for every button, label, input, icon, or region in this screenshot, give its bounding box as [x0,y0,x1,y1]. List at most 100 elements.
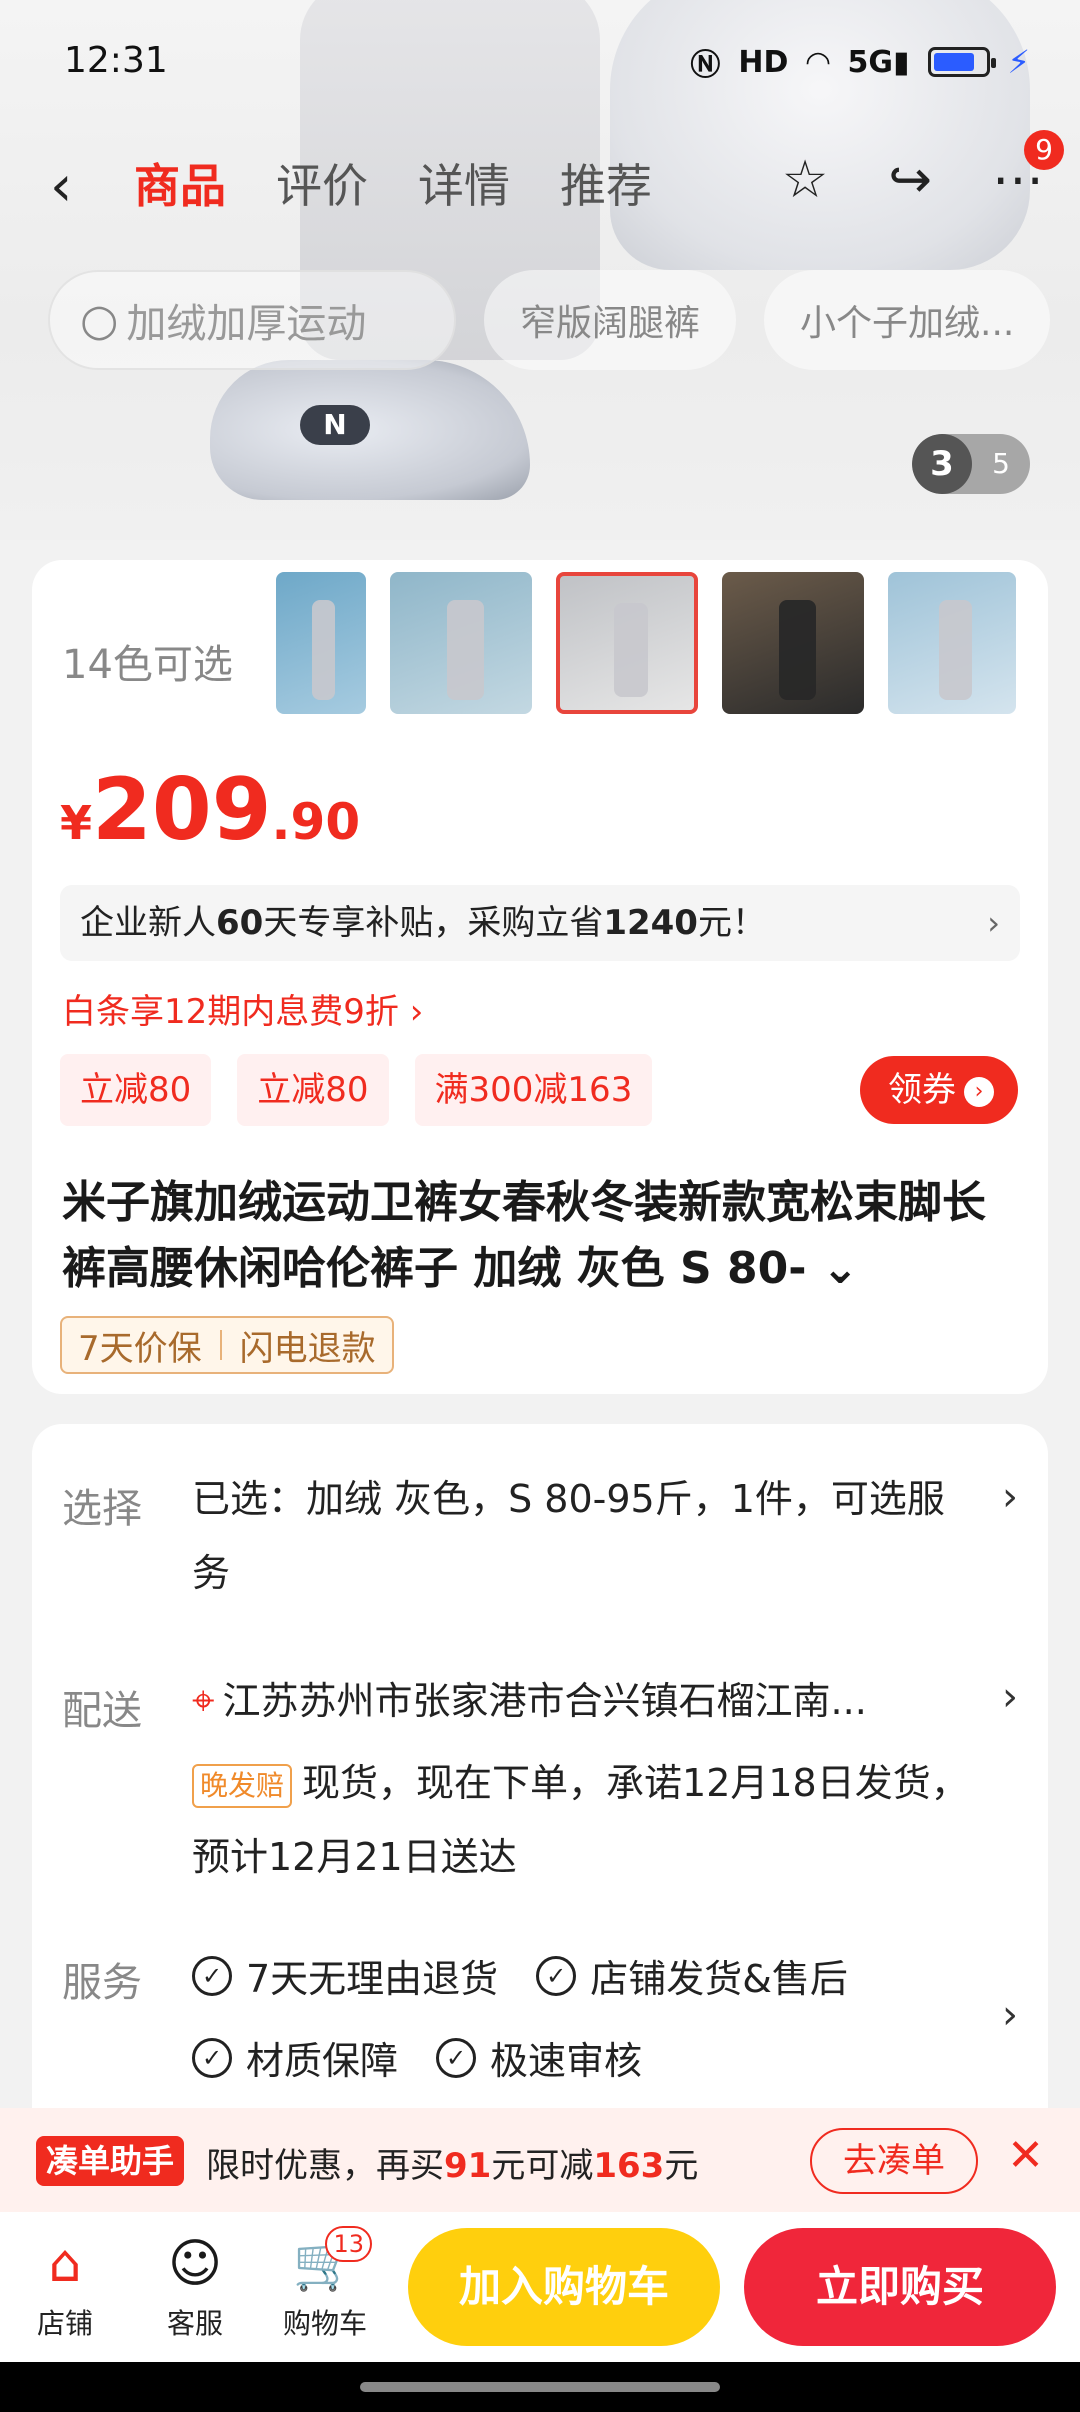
gesture-bar [0,2362,1080,2412]
5g-signal-icon: 5G▮ [847,44,910,80]
product-title[interactable]: 米子旗加绒运动卫裤女春秋冬装新款宽松束脚长裤高腰休闲哈伦裤子 加绒 灰色 S 8… [62,1170,1022,1302]
delivery-label: 配送 [62,1688,142,1734]
nav-actions: ☆ ↪ ⋯ 9 [782,130,1064,210]
service-item: ✓ 7天无理由退货 [192,1948,498,2003]
sneaker-logo: N [300,405,370,445]
guarantee-price-protect: 7天价保 [78,1328,202,1369]
nav-tabs: 商品 评价 详情 推荐 [134,150,652,216]
helper-text-a: 限时优惠，再买 [206,2146,444,2186]
add-to-cart-button[interactable]: 加入购物车 [408,2228,720,2346]
service-row: ✓ 材质保障 ✓ 极速审核 [192,2030,642,2085]
tab-product[interactable]: 商品 [134,150,226,216]
home-indicator[interactable] [360,2382,720,2392]
chevron-right-icon[interactable]: › [1002,1674,1018,1720]
product-info-card: 14色可选 ¥209.90 企业新人60天专享补贴，采购立省1240元！ › 白… [32,560,1048,1394]
check-circle-icon: ✓ [192,1955,232,1996]
promo-tag[interactable]: 立减80 [237,1054,389,1126]
more-icon[interactable]: ⋯ 9 [992,130,1064,210]
cart-button[interactable]: 🛒 购物车 13 [270,2226,380,2342]
chevron-right-icon[interactable]: › [1002,1474,1018,1520]
check-circle-icon: ✓ [436,2037,477,2078]
subsidy-amount: 1240 [603,903,698,943]
helper-amount-1: 91 [444,2146,492,2186]
tab-reviews[interactable]: 评价 [276,150,368,216]
late-compensation-tag: 晚发赔 [192,1763,293,1808]
helper-amount-2: 163 [593,2146,665,2186]
customer-service-label: 客服 [166,2307,223,2340]
image-counter: 3 5 [912,434,1030,494]
delivery-info: 晚发赔 现货，现在下单，承诺12月18日发货，预计12月21日送达 [192,1746,992,1894]
cart-label: 购物车 [282,2307,367,2340]
search-chip[interactable]: 小个子加绒... [764,270,1051,370]
store-button[interactable]: ⌂ 店铺 [10,2232,120,2342]
color-thumbnail-selected[interactable] [556,572,698,714]
top-navigation: ‹ 商品 评价 详情 推荐 ☆ ↪ ⋯ 9 [0,130,1080,230]
search-chip[interactable]: 窄版阔腿裤 [484,270,737,370]
check-circle-icon: ✓ [192,2037,232,2078]
bottom-action-bar: ⌂ 店铺 ☺ 客服 🛒 购物车 13 加入购物车 立即购买 [0,2212,1080,2362]
color-count-label[interactable]: 14色可选 [62,632,233,690]
share-icon[interactable]: ↪ [888,150,932,210]
cart-count-badge: 13 [325,2226,372,2262]
guarantee-badges[interactable]: 7天价保 闪电退款 [60,1316,394,1374]
service-item: ✓ 极速审核 [436,2030,642,2085]
hd-icon: HD [738,44,789,80]
promo-tag[interactable]: 立减80 [60,1054,212,1126]
color-thumbnail[interactable] [722,572,864,714]
subsidy-prefix: 企业新人 [80,903,216,943]
wifi-icon: ◠ [806,44,830,80]
price: ¥209.90 [60,760,360,860]
promo-tag[interactable]: 满300减163 [414,1054,653,1126]
price-currency: ¥ [60,796,93,850]
service-row: ✓ 7天无理由退货 ✓ 店铺发货&售后 [192,1948,848,2003]
network-label: 5G [847,44,894,80]
color-thumbnail[interactable] [390,572,532,714]
search-icon: ○ [80,294,119,346]
bundle-helper-bar: 凑单助手 限时优惠，再买91元可减163元 去凑单 ✕ [0,2108,1080,2212]
delivery-text: 现货，现在下单，承诺12月18日发货，预计12月21日送达 [192,1761,969,1879]
tab-recommend[interactable]: 推荐 [560,150,652,216]
get-coupon-button[interactable]: 领券 › [860,1056,1018,1124]
bundle-helper-text: 限时优惠，再买91元可减163元 [206,2138,698,2187]
chevron-right-icon[interactable]: › [1002,1992,1018,2038]
subsidy-banner[interactable]: 企业新人60天专享补贴，采购立省1240元！ › [60,885,1020,961]
status-time: 12:31 [64,40,168,81]
favorite-star-icon[interactable]: ☆ [782,150,829,210]
chevron-right-icon: › [987,904,1000,942]
go-bundle-button[interactable]: 去凑单 [810,2128,978,2194]
search-row: ○ 加绒加厚运动 窄版阔腿裤 小个子加绒... [48,270,1051,370]
image-counter-current: 3 [912,434,972,494]
service-text: 7天无理由退货 [246,1957,499,2001]
image-counter-total: 5 [992,447,1010,480]
nfc-icon: Ⓝ [690,48,721,83]
color-thumbnail[interactable] [888,572,1016,714]
select-label: 选择 [62,1486,142,1532]
buy-now-button[interactable]: 立即购买 [744,2228,1056,2346]
subsidy-suffix: 元！ [697,903,766,943]
selection-card: 选择 已选：加绒 灰色，S 80-95斤，1件，可选服务 › 配送 ⌖ 江苏苏州市… [32,1424,1048,2144]
customer-service-button[interactable]: ☺ 客服 [140,2232,250,2342]
installment-offer[interactable]: 白条享12期内息费9折 › [62,984,423,1033]
hero-sneaker-shape [210,360,530,500]
close-icon[interactable]: ✕ [1007,2130,1044,2181]
service-text: 店铺发货&售后 [590,1957,848,2001]
service-item: ✓ 店铺发货&售后 [536,1948,848,2003]
delivery-address[interactable]: ⌖ 江苏苏州市张家港市合兴镇石榴江南... [192,1664,992,1738]
search-input[interactable]: ○ 加绒加厚运动 [48,270,456,370]
search-placeholder: 加绒加厚运动 [126,301,367,347]
back-chevron-icon[interactable]: ‹ [50,154,72,219]
charging-icon: ⚡ [1007,43,1030,81]
chevron-right-icon: › [964,1076,994,1107]
selected-spec[interactable]: 已选：加绒 灰色，S 80-95斤，1件，可选服务 [192,1462,972,1610]
color-thumbnails [276,572,1016,714]
tab-details[interactable]: 详情 [418,150,510,216]
customer-service-icon: ☺ [167,2234,223,2294]
coupon-label: 领券 [888,1070,956,1110]
color-thumbnail[interactable] [276,572,366,714]
location-pin-icon: ⌖ [192,1678,215,1724]
status-bar: 12:31 Ⓝ HD ◠ 5G▮ ⚡ [0,0,1080,120]
price-integer: 209 [92,760,272,860]
subsidy-mid: 天专享补贴，采购立省 [263,903,604,943]
status-icons: Ⓝ HD ◠ 5G▮ ⚡ [690,40,1030,84]
guarantee-fast-refund: 闪电退款 [239,1328,376,1369]
